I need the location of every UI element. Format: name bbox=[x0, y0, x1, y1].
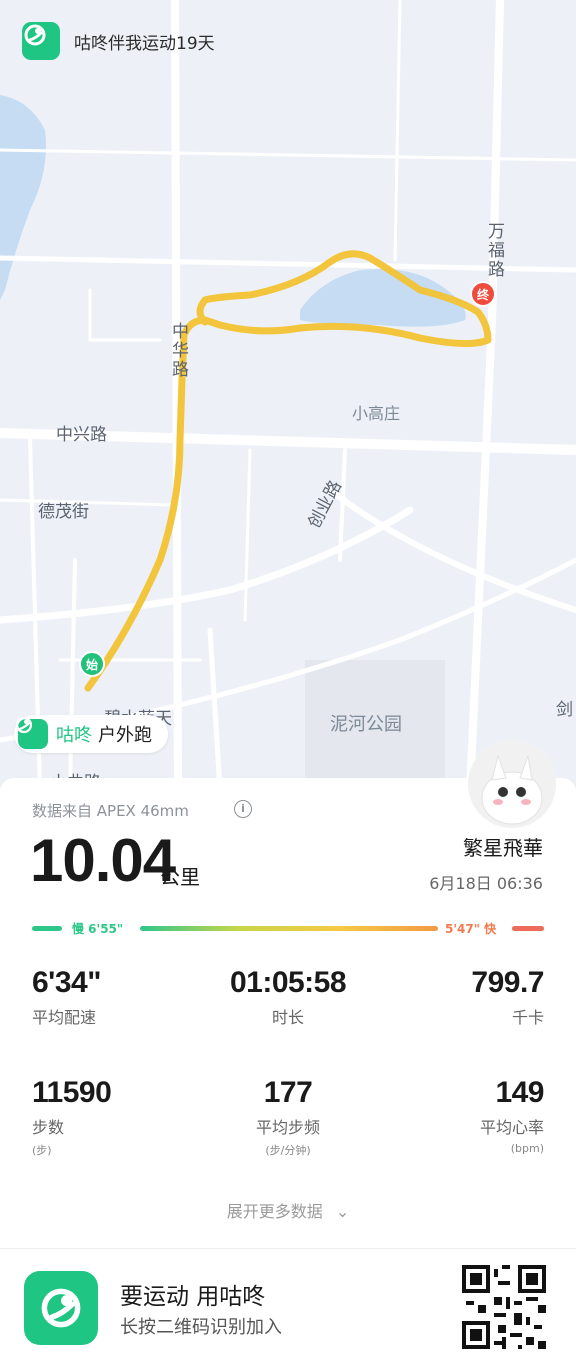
sport-type-tag: 咕咚 户外跑 bbox=[14, 715, 168, 753]
road-label-wanfu: 万福路 bbox=[484, 222, 504, 279]
stat-calories: 799.7 千卡 bbox=[471, 966, 544, 1028]
stat-heart-rate: 149 平均心率 (bpm) bbox=[479, 1076, 545, 1155]
fast-segment bbox=[512, 926, 544, 931]
end-marker[interactable]: 终 bbox=[470, 281, 496, 307]
start-marker[interactable]: 始 bbox=[79, 651, 105, 677]
stat-value: 149 bbox=[495, 1076, 544, 1109]
expand-more-label: 展开更多数据 bbox=[226, 1202, 323, 1221]
codoon-logo-icon bbox=[22, 22, 60, 60]
footer-subtext: 长按二维码识别加入 bbox=[120, 1317, 282, 1338]
promo-footer: 要运动 用咕咚 长按二维码识别加入 bbox=[0, 1248, 576, 1366]
stat-unit: (步/分钟) bbox=[265, 1144, 311, 1157]
stat-label: 平均步频 bbox=[255, 1118, 320, 1137]
qr-code-icon[interactable] bbox=[462, 1265, 546, 1349]
road-label-zhonghua: 中华路 bbox=[168, 322, 188, 379]
distance-unit: 公里 bbox=[160, 865, 200, 889]
pace-scale: 慢 6'55" 5'47" 快 bbox=[32, 918, 544, 940]
sport-type-label: 户外跑 bbox=[98, 725, 152, 746]
stat-value: 799.7 bbox=[471, 966, 544, 999]
brand-label: 咕咚 bbox=[56, 725, 92, 746]
streak-banner: 咕咚伴我运动19天 bbox=[22, 22, 215, 60]
expand-more-button[interactable]: 展开更多数据 ⌄ bbox=[0, 1198, 576, 1222]
stat-label: 步数 bbox=[32, 1118, 65, 1137]
stat-value: 177 bbox=[263, 1076, 313, 1109]
road-label-jian: 剑 bbox=[556, 700, 573, 720]
stat-duration: 01:05:58 时长 bbox=[188, 966, 388, 1028]
stat-value: 6'34" bbox=[32, 966, 101, 999]
stat-label: 时长 bbox=[271, 1008, 304, 1027]
codoon-logo-icon bbox=[24, 1271, 98, 1345]
slow-segment bbox=[32, 926, 62, 931]
stat-value: 01:05:58 bbox=[229, 966, 347, 999]
stat-cadence: 177 平均步频 (步/分钟) bbox=[188, 1076, 388, 1158]
stat-label: 平均心率 bbox=[479, 1118, 544, 1137]
stat-label: 平均配速 bbox=[32, 1008, 97, 1027]
slow-pace-label: 慢 6'55" bbox=[72, 922, 124, 936]
stat-unit: (bpm) bbox=[510, 1142, 544, 1155]
stat-unit: (步) bbox=[32, 1144, 52, 1157]
road-label-zhongxing: 中兴路 bbox=[56, 425, 107, 445]
road-label-demao: 德茂街 bbox=[38, 502, 89, 522]
info-icon[interactable]: i bbox=[234, 800, 252, 818]
stat-value: 11590 bbox=[32, 1076, 112, 1109]
chevron-down-icon: ⌄ bbox=[335, 1202, 350, 1221]
route-map[interactable]: 万福路 中华路 中兴路 德茂街 创业路 碧水蓝天 小曲路 剑 小高庄 泥河公园 … bbox=[0, 0, 576, 790]
streak-text: 咕咚伴我运动19天 bbox=[74, 33, 215, 54]
fast-pace-label: 5'47" 快 bbox=[445, 922, 497, 936]
footer-slogan: 要运动 用咕咚 bbox=[120, 1284, 266, 1310]
user-name: 繁星飛華 bbox=[463, 836, 543, 860]
codoon-logo-icon bbox=[15, 716, 48, 749]
place-label-nihe-park: 泥河公园 bbox=[330, 714, 402, 735]
stat-steps: 11590 步数 (步) bbox=[32, 1076, 112, 1158]
user-avatar[interactable] bbox=[468, 740, 556, 828]
pace-gradient bbox=[140, 926, 438, 931]
data-source-text: 数据来自 APEX 46mm bbox=[32, 802, 189, 820]
stat-pace: 6'34" 平均配速 bbox=[32, 966, 101, 1028]
place-label-xiaogaozhuang: 小高庄 bbox=[352, 404, 401, 423]
activity-datetime: 6月18日 06:36 bbox=[429, 874, 543, 893]
distance-value: 10.04 bbox=[30, 827, 176, 894]
stat-label: 千卡 bbox=[511, 1008, 544, 1027]
